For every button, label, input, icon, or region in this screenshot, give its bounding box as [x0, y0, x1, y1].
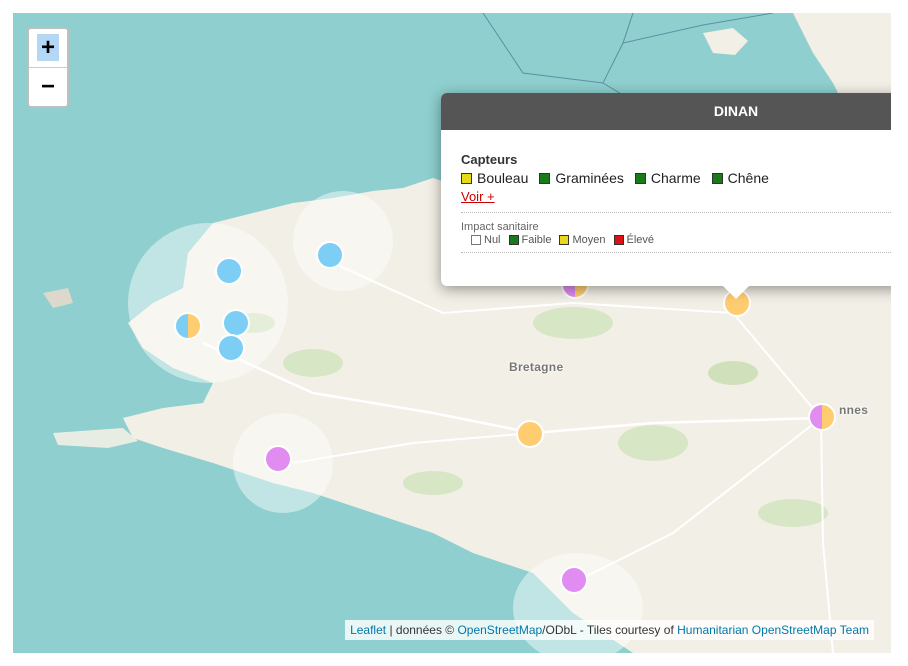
zoom-in-button[interactable]: +: [29, 29, 67, 68]
city-label: nnes: [839, 403, 869, 417]
impact-label: Moyen: [572, 234, 606, 246]
attribution-text: | données ©: [386, 623, 458, 637]
sensor-marker-split[interactable]: [808, 403, 836, 431]
popup-tip: [723, 286, 749, 299]
sensor-marker[interactable]: [316, 241, 344, 269]
cluster-halo: [293, 191, 393, 291]
impact-label: Élevé: [626, 234, 655, 246]
capteurs-title: Capteurs: [461, 152, 518, 167]
legend-swatch: [461, 172, 472, 184]
impact-title: Impact sanitaire: [461, 221, 539, 233]
capteur-label: Graminées: [555, 170, 624, 186]
zoom-control: + −: [27, 27, 69, 108]
osm-link[interactable]: OpenStreetMap: [457, 623, 542, 637]
map-attribution: Leaflet | données © OpenStreetMap/ODbL -…: [345, 620, 874, 640]
capteur-label: Chêne: [727, 170, 769, 186]
capteur-bouleau: Bouleau: [461, 170, 528, 186]
legend-swatch: [508, 235, 519, 245]
sensor-marker[interactable]: [215, 257, 243, 285]
sensor-marker[interactable]: [222, 309, 250, 337]
leaflet-link[interactable]: Leaflet: [350, 623, 386, 637]
impact-legend: Nul Faible Moyen Élevé: [471, 234, 891, 246]
capteur-charme: Charme: [634, 170, 701, 186]
sensor-marker[interactable]: [264, 445, 292, 473]
divider: [461, 252, 891, 253]
sensor-marker[interactable]: [560, 566, 588, 594]
station-popup: DINAN Capteurs Bouleau Graminées Charme …: [441, 93, 891, 299]
voir-plus-link[interactable]: Voir +: [461, 189, 495, 204]
legend-swatch: [613, 235, 624, 245]
region-label: Bretagne: [509, 360, 564, 374]
impact-eleve: Élevé: [613, 234, 655, 246]
impact-faible: Faible: [508, 234, 552, 246]
sensor-marker[interactable]: [217, 334, 245, 362]
legend-swatch: [539, 172, 551, 184]
capteur-label: Charme: [650, 170, 701, 186]
popup-title: DINAN: [441, 93, 891, 130]
cluster-halo: [128, 223, 288, 383]
zoom-out-button[interactable]: −: [29, 68, 67, 106]
legend-swatch: [471, 235, 481, 245]
divider: [461, 212, 891, 213]
capteur-label: Bouleau: [477, 170, 529, 186]
map-viewport[interactable]: Bretagne nnes + − DINAN Capteurs Bouleau…: [13, 13, 891, 653]
capteur-graminees: Graminées: [539, 170, 624, 186]
legend-swatch: [711, 172, 723, 184]
capteur-chene: Chêne: [711, 170, 769, 186]
legend-swatch: [559, 235, 570, 245]
hot-link[interactable]: Humanitarian OpenStreetMap Team: [677, 623, 869, 637]
zoom-in-label: +: [36, 34, 59, 61]
legend-swatch: [634, 172, 646, 184]
capteurs-list: Bouleau Graminées Charme Chêne: [461, 170, 891, 186]
attribution-text: /ODbL - Tiles courtesy of: [542, 623, 678, 637]
impact-moyen: Moyen: [559, 234, 606, 246]
impact-label: Faible: [521, 234, 552, 246]
sensor-marker[interactable]: [516, 420, 544, 448]
impact-label: Nul: [484, 234, 501, 246]
impact-nul: Nul: [471, 234, 501, 246]
sensor-marker-split[interactable]: [174, 312, 202, 340]
